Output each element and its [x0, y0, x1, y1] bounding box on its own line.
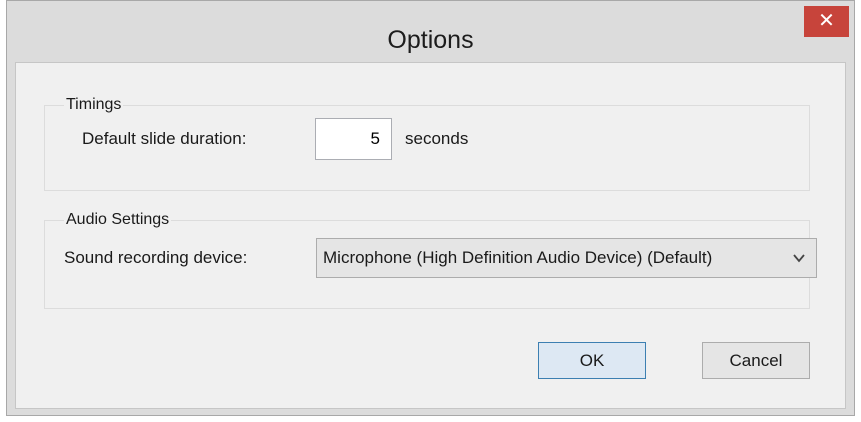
audio-settings-group-label: Audio Settings: [64, 210, 172, 230]
sound-recording-device-label: Sound recording device:: [64, 248, 248, 267]
chevron-down-icon: [793, 254, 805, 263]
close-button[interactable]: ✕: [804, 6, 849, 37]
dialog-body: Timings Default slide duration: seconds …: [15, 62, 846, 409]
ok-button[interactable]: OK: [538, 342, 646, 379]
selected-device-value: Microphone (High Definition Audio Device…: [323, 248, 713, 267]
timings-group: Timings Default slide duration: seconds: [44, 95, 810, 191]
timings-group-label: Timings: [64, 95, 124, 115]
options-dialog: Options ✕ Timings Default slide duration…: [6, 0, 855, 416]
title-bar[interactable]: Options ✕: [7, 1, 854, 54]
slide-duration-input[interactable]: [315, 118, 392, 160]
audio-settings-group: Audio Settings Sound recording device: M…: [44, 210, 817, 309]
dialog-title: Options: [387, 26, 474, 54]
cancel-button[interactable]: Cancel: [702, 342, 810, 379]
close-icon: ✕: [818, 10, 835, 32]
default-slide-duration-label: Default slide duration:: [82, 129, 247, 148]
seconds-unit-label: seconds: [405, 129, 469, 148]
sound-recording-device-select[interactable]: Microphone (High Definition Audio Device…: [316, 238, 817, 278]
